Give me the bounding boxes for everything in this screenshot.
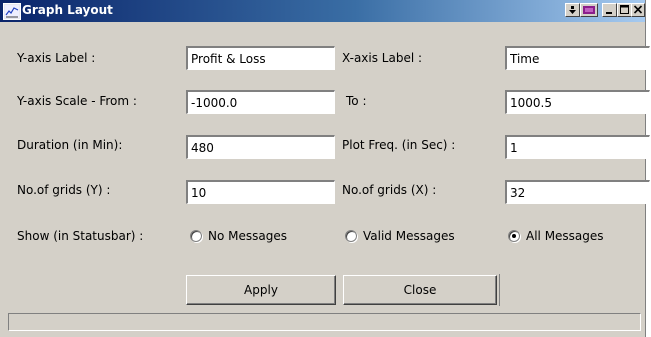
y-axis-scale-from-input[interactable] [186, 90, 335, 114]
show-in-statusbar-caption: Show (in Statusbar) : [17, 229, 144, 243]
maximize-icon [620, 5, 629, 14]
radio-no-messages-label: No Messages [208, 229, 287, 243]
graph-app-icon[interactable] [3, 3, 21, 20]
y-axis-scale-to-caption: To : [346, 94, 367, 108]
grids-y-input[interactable] [186, 180, 335, 204]
duration-input[interactable] [186, 135, 335, 159]
close-window-button[interactable] [631, 3, 645, 17]
duration-caption: Duration (in Min): [17, 138, 123, 152]
maximize-button[interactable] [617, 3, 632, 17]
close-button[interactable]: Close [343, 275, 497, 305]
grids-x-input[interactable] [505, 180, 650, 204]
radio-selected-dot [512, 234, 516, 238]
x-axis-label-caption: X-axis Label : [342, 51, 423, 65]
y-axis-scale-to-input[interactable] [505, 90, 650, 114]
plot-freq-input[interactable] [505, 135, 650, 159]
minimize-button[interactable] [602, 3, 617, 17]
x-axis-label-input[interactable] [505, 46, 650, 70]
y-axis-label-input[interactable] [186, 46, 335, 70]
close-icon [633, 5, 643, 14]
restore-button[interactable] [580, 3, 598, 17]
restore-icon [583, 6, 595, 14]
title-bar[interactable]: Graph Layout [0, 0, 645, 22]
plot-freq-caption: Plot Freq. (in Sec) : [342, 138, 456, 152]
radio-button-unchecked[interactable] [190, 230, 202, 242]
radio-no-messages[interactable]: No Messages [190, 229, 287, 243]
radio-all-messages[interactable]: All Messages [508, 229, 604, 243]
apply-button[interactable]: Apply [186, 275, 336, 305]
radio-button-unchecked[interactable] [345, 230, 357, 242]
menu-dropdown-button[interactable] [565, 3, 580, 17]
y-axis-label-caption: Y-axis Label : [17, 51, 96, 65]
radio-all-messages-label: All Messages [526, 229, 604, 243]
minimize-icon [606, 12, 612, 14]
status-bar [8, 313, 641, 331]
radio-valid-messages[interactable]: Valid Messages [345, 229, 455, 243]
y-axis-scale-from-caption: Y-axis Scale - From : [17, 94, 137, 108]
window-title: Graph Layout [22, 3, 113, 17]
grids-x-caption: No.of grids (X) : [342, 183, 437, 197]
grids-y-caption: No.of grids (Y) : [17, 183, 111, 197]
radio-valid-messages-label: Valid Messages [363, 229, 455, 243]
graph-layout-window: Graph Layout Y-axis Label: Profit & Los… [0, 0, 650, 337]
chevron-down-icon [569, 6, 576, 14]
radio-button-checked[interactable] [508, 230, 520, 242]
